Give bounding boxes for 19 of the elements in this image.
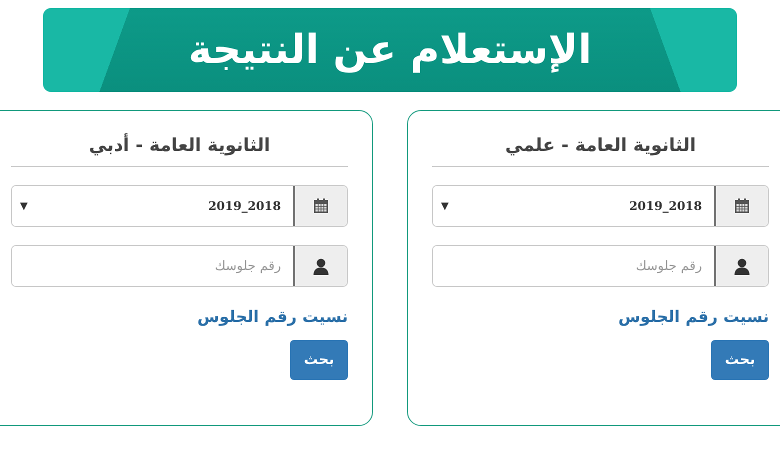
year-value: 2019_2018 xyxy=(629,199,702,213)
calendar-icon xyxy=(734,198,750,214)
dropdown-arrow: ▼ xyxy=(441,200,449,212)
card-title: الثانوية العامة - أدبي xyxy=(11,135,348,167)
seat-number-field[interactable]: رقم جلوسك xyxy=(11,245,348,287)
search-button[interactable]: بحث xyxy=(711,340,769,380)
user-icon xyxy=(734,258,750,274)
page-title: الإستعلام عن النتيجة xyxy=(188,27,592,73)
dropdown-arrow: ▼ xyxy=(20,200,28,212)
forgot-seat-link[interactable]: نسيت رقم الجلوس xyxy=(618,307,769,326)
search-button[interactable]: بحث xyxy=(290,340,348,380)
year-select[interactable]: 2019_2018 ▼ xyxy=(432,185,769,227)
seat-number-field[interactable]: رقم جلوسك xyxy=(432,245,769,287)
calendar-icon xyxy=(313,198,329,214)
forgot-seat-link[interactable]: نسيت رقم الجلوس xyxy=(197,307,348,326)
year-select[interactable]: 2019_2018 ▼ xyxy=(11,185,348,227)
user-icon xyxy=(313,258,329,274)
card-title: الثانوية العامة - علمي xyxy=(432,135,769,167)
year-value: 2019_2018 xyxy=(208,199,281,213)
